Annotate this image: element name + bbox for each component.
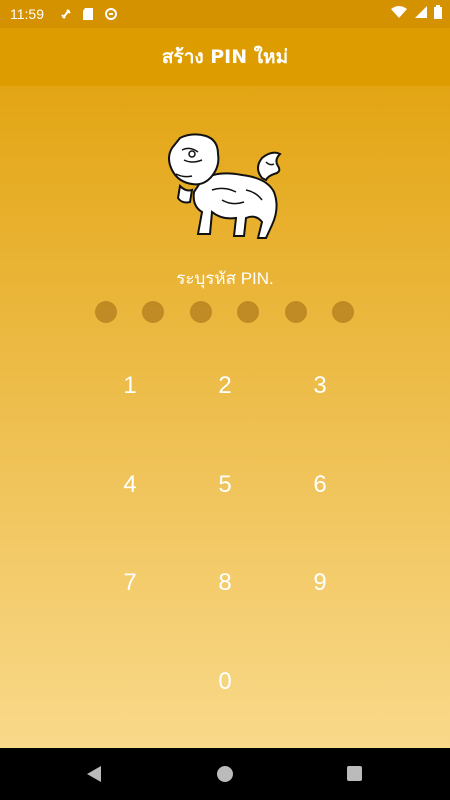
key-4[interactable]: 4 — [90, 455, 170, 515]
home-icon[interactable] — [216, 765, 234, 783]
pin-dot — [190, 301, 212, 323]
navigation-bar — [0, 748, 450, 800]
recents-icon[interactable] — [346, 765, 363, 782]
pin-dot — [237, 301, 259, 323]
key-5[interactable]: 5 — [185, 455, 265, 515]
key-6[interactable]: 6 — [280, 455, 360, 515]
pin-dot — [95, 301, 117, 323]
lion-emblem-icon — [168, 133, 282, 239]
sd-card-icon — [83, 8, 93, 20]
signal-icon — [415, 6, 427, 18]
pin-dot — [285, 301, 307, 323]
key-3[interactable]: 3 — [280, 356, 360, 416]
key-1[interactable]: 1 — [90, 356, 170, 416]
pin-screen: ระบุรหัส PIN. 1 2 3 4 5 6 7 8 9 0 — [0, 86, 450, 748]
wifi-icon — [391, 6, 407, 18]
pin-dot — [332, 301, 354, 323]
link-icon — [61, 9, 71, 19]
app-bar: สร้าง PIN ใหม่ — [0, 28, 450, 86]
key-8[interactable]: 8 — [185, 553, 265, 613]
key-2[interactable]: 2 — [185, 356, 265, 416]
pin-dot — [142, 301, 164, 323]
back-icon[interactable] — [85, 765, 103, 783]
page-title: สร้าง PIN ใหม่ — [161, 46, 289, 68]
sync-icon — [105, 8, 117, 20]
status-bar: 11:59 — [0, 0, 450, 28]
battery-icon — [434, 5, 442, 19]
key-9[interactable]: 9 — [280, 553, 360, 613]
key-7[interactable]: 7 — [90, 553, 170, 613]
pin-prompt: ระบุรหัส PIN. — [176, 269, 274, 288]
key-0[interactable]: 0 — [185, 652, 265, 712]
status-time: 11:59 — [10, 6, 44, 22]
